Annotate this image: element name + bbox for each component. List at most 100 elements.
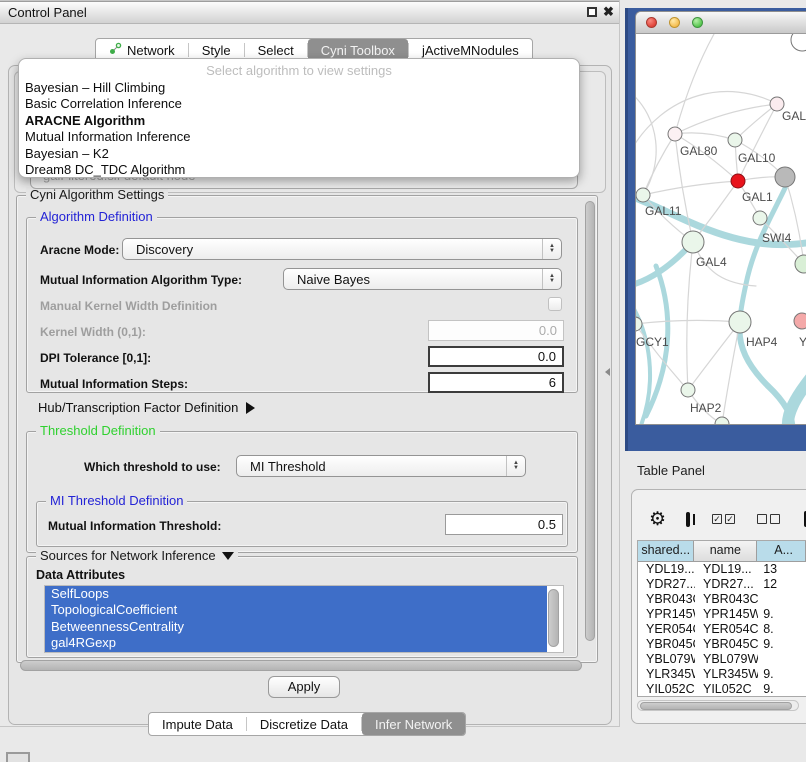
select-all-checkboxes-icon[interactable]: ✓✓ — [712, 514, 735, 524]
table-row[interactable]: YIL052CYIL052C9. — [638, 682, 806, 697]
column-header-partial[interactable]: A... — [757, 541, 806, 561]
table-row[interactable]: YDR27...YDR27...12 — [638, 577, 806, 592]
network-window-titlebar[interactable] — [636, 12, 806, 34]
network-edge[interactable] — [735, 104, 777, 140]
node-bottom[interactable] — [715, 417, 729, 425]
combo-arrows-icon: ▲▼ — [506, 456, 525, 476]
sources-group-header[interactable]: Sources for Network Inference — [36, 548, 238, 563]
mi-threshold-field[interactable]: 0.5 — [445, 514, 563, 535]
node-salmon[interactable] — [794, 313, 806, 329]
cyni-bottom-tabs: Impute Data Discretize Data Infer Network — [148, 712, 466, 736]
desktop-edge — [625, 8, 628, 451]
close-icon[interactable]: ✖ — [603, 4, 614, 20]
minimize-traffic-light-icon[interactable] — [669, 17, 680, 28]
algorithm-option-mutual-information-inference[interactable]: Mutual Information Inference — [19, 129, 579, 145]
network-edge[interactable] — [688, 322, 740, 390]
network-canvas[interactable]: GALGAL80GAL10GAL1GAL11SWI4GAL4GCY1HAP4YH… — [636, 34, 806, 425]
panel-splitter-handle[interactable] — [605, 368, 610, 376]
node-gal1[interactable] — [731, 174, 745, 188]
mi-algorithm-type-combo[interactable]: Naive Bayes ▲▼ — [283, 268, 562, 290]
attribute-item-gal4rgexp[interactable]: gal4RGexp — [45, 635, 547, 651]
algorithm-option-bayesian-hill-climbing[interactable]: Bayesian – Hill Climbing — [19, 80, 579, 96]
node-hap2[interactable] — [681, 383, 695, 397]
table-hscroll-thumb[interactable] — [640, 702, 792, 710]
node-gal4[interactable] — [682, 231, 704, 253]
node-attribute-table: shared... name A... YDL19...YDL19...13YD… — [637, 540, 806, 697]
table-cell: YDR27... — [638, 577, 695, 592]
table-row[interactable]: YLR345WYLR345W9. — [638, 667, 806, 682]
network-edge[interactable] — [738, 104, 777, 181]
node-hap4[interactable] — [729, 311, 751, 333]
settings-vertical-scrollbar[interactable] — [585, 201, 595, 641]
aracne-mode-combo[interactable]: Discovery ▲▼ — [122, 238, 562, 260]
table-row[interactable]: YBR045CYBR045C9. — [638, 637, 806, 652]
algorithm-option-dream8-dc-tdc-algorithm[interactable]: Dream8 DC_TDC Algorithm — [19, 162, 579, 178]
tab-discretize-data[interactable]: Discretize Data — [247, 713, 361, 735]
algorithm-dropdown-placeholder: Select algorithm to view settings — [19, 59, 579, 80]
column-layout-icon[interactable] — [686, 512, 690, 527]
table-row[interactable]: YER054CYER054C8. — [638, 622, 806, 637]
table-row[interactable]: YDL19...YDL19...13 — [638, 562, 806, 577]
which-threshold-combo[interactable]: MI Threshold ▲▼ — [236, 455, 526, 477]
column-header-name[interactable]: name — [694, 541, 757, 561]
algorithm-option-bayesian-k2[interactable]: Bayesian – K2 — [19, 146, 579, 162]
node-right-green[interactable] — [795, 255, 806, 273]
algorithm-option-aracne-algorithm[interactable]: ARACNE Algorithm — [19, 113, 579, 129]
tab-label: Select — [258, 43, 294, 58]
kernel-width-field[interactable]: 0.0 — [428, 320, 564, 341]
table-cell: YER054C — [695, 622, 758, 637]
table-cell: 9. — [758, 637, 806, 652]
network-edge[interactable] — [785, 177, 804, 264]
node-gal80[interactable] — [668, 127, 682, 141]
settings-horizontal-scrollbar[interactable] — [20, 660, 582, 671]
table-cell: YPR145W — [638, 607, 695, 622]
node-gal10[interactable] — [728, 133, 742, 147]
mi-steps-field[interactable]: 6 — [428, 372, 564, 393]
mi-algorithm-type-value: Naive Bayes — [284, 272, 542, 287]
attribute-item-topologicalcoefficient[interactable]: TopologicalCoefficient — [45, 602, 547, 618]
algorithm-option-basic-correlation-inference[interactable]: Basic Correlation Inference — [19, 96, 579, 112]
network-edge[interactable] — [636, 92, 656, 195]
network-edge[interactable] — [722, 322, 740, 424]
tab-impute-data[interactable]: Impute Data — [149, 713, 246, 735]
mi-threshold-label: Mutual Information Threshold: — [48, 519, 221, 533]
table-row[interactable]: YBL079WYBL079W — [638, 652, 806, 667]
network-edge[interactable] — [636, 320, 740, 324]
tab-infer-network[interactable]: Infer Network — [362, 713, 465, 735]
apply-button[interactable]: Apply — [268, 676, 340, 698]
minimized-panel-icon[interactable] — [6, 752, 30, 762]
gear-icon[interactable]: ⚙ — [649, 508, 666, 531]
dpi-tolerance-field[interactable]: 0.0 — [428, 346, 564, 367]
attribute-item-betweennesscentrality[interactable]: BetweennessCentrality — [45, 619, 547, 635]
tab-label: Cyni Toolbox — [321, 43, 395, 58]
network-edge[interactable] — [687, 242, 693, 390]
collapse-arrow-icon — [222, 552, 234, 560]
node-swi4[interactable] — [753, 211, 767, 225]
table-cell: YIL052C — [695, 682, 758, 697]
zoom-traffic-light-icon[interactable] — [692, 17, 703, 28]
manual-kernel-width-checkbox[interactable] — [548, 297, 562, 311]
attributes-list-scrollbar[interactable] — [548, 589, 559, 647]
manual-kernel-width-label: Manual Kernel Width Definition — [40, 299, 217, 313]
column-header-shared-name[interactable]: shared... — [638, 541, 694, 561]
table-cell: YIL052C — [638, 682, 695, 697]
network-edge[interactable] — [643, 181, 738, 195]
network-edge-highlighted[interactable] — [788, 374, 806, 425]
node-gray[interactable] — [775, 167, 795, 187]
table-horizontal-scrollbar[interactable] — [637, 700, 799, 711]
node-gal-top-label: GAL — [782, 109, 806, 123]
node-gal10-label: GAL10 — [738, 151, 776, 165]
tab-label: Discretize Data — [260, 717, 348, 732]
float-window-icon[interactable] — [587, 7, 597, 17]
hub-definition-toggle[interactable]: Hub/Transcription Factor Definition — [38, 400, 255, 415]
node-top-arc[interactable] — [791, 34, 806, 51]
table-row[interactable]: YPR145WYPR145W9. — [638, 607, 806, 622]
network-edge[interactable] — [675, 104, 777, 134]
table-row[interactable]: YBR043CYBR043C — [638, 592, 806, 607]
attribute-item-selfloops[interactable]: SelfLoops — [45, 586, 547, 602]
node-hap2-label: HAP2 — [690, 401, 722, 415]
node-gal11[interactable] — [636, 188, 650, 202]
network-edge[interactable] — [675, 34, 714, 134]
close-traffic-light-icon[interactable] — [646, 17, 657, 28]
deselect-all-checkboxes-icon[interactable] — [757, 514, 780, 524]
